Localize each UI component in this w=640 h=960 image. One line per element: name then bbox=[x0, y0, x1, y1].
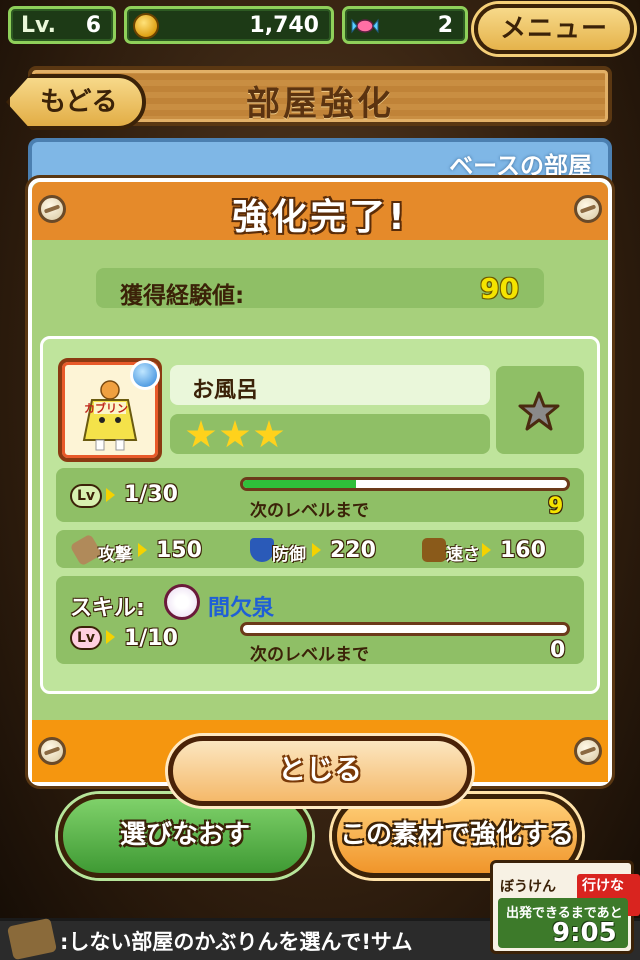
menu-button[interactable]: メニュー bbox=[474, 4, 634, 54]
rivet-icon bbox=[38, 195, 66, 223]
rivet-icon bbox=[574, 737, 602, 765]
speed-label: 速さ bbox=[446, 545, 480, 565]
coin-icon bbox=[133, 13, 159, 39]
timer-top-label: ぼうけん bbox=[500, 879, 556, 895]
back-button[interactable]: もどる bbox=[6, 74, 146, 130]
next-level-value: 9 bbox=[548, 494, 564, 519]
dialog-title: 強化完了! bbox=[232, 197, 408, 238]
level-value: 6 bbox=[85, 13, 101, 38]
rivet-icon bbox=[574, 195, 602, 223]
defense-label: 防御 bbox=[272, 545, 306, 565]
arrow-icon bbox=[106, 630, 115, 644]
stars-row bbox=[170, 414, 490, 454]
attack-value: 150 bbox=[156, 538, 202, 563]
arrow-icon bbox=[312, 543, 321, 557]
arrow-icon bbox=[138, 543, 147, 557]
skill-label: スキル: bbox=[70, 596, 145, 621]
candy-value: 2 bbox=[437, 13, 453, 38]
arrow-icon bbox=[106, 488, 115, 502]
skill-progress-bar bbox=[240, 622, 570, 636]
ticker-text: :しない部屋のかぶりんを選んで!サム bbox=[60, 930, 413, 954]
defense-value: 220 bbox=[330, 538, 376, 563]
skill-next-label: 次のレベルまで bbox=[250, 645, 369, 665]
level-progress-bar bbox=[240, 477, 570, 491]
skill-name[interactable]: 間欠泉 bbox=[208, 590, 274, 622]
boot-icon bbox=[422, 538, 446, 562]
card-label: カブリン bbox=[84, 402, 128, 415]
coin-display: 1,740 bbox=[124, 6, 334, 44]
speed-value: 160 bbox=[500, 538, 546, 563]
candy-display: 2 bbox=[342, 6, 468, 44]
skill-next-value: 0 bbox=[550, 638, 566, 663]
character-name: お風呂 bbox=[192, 378, 259, 403]
candy-icon bbox=[351, 18, 379, 34]
close-button[interactable]: とじる bbox=[168, 736, 472, 806]
reselect-button[interactable]: 選びなおす bbox=[58, 794, 312, 878]
timer-value: 9:05 bbox=[552, 918, 617, 948]
skill-level: 1/10 bbox=[124, 626, 178, 651]
arrow-icon bbox=[482, 543, 491, 557]
rivet-icon bbox=[38, 737, 66, 765]
skill-level-badge: Lv bbox=[70, 626, 102, 650]
shield-icon bbox=[250, 538, 274, 562]
next-level-label: 次のレベルまで bbox=[250, 501, 369, 521]
room-label: ベースの部屋 bbox=[449, 152, 592, 180]
level-label: Lv. bbox=[21, 13, 56, 38]
geyser-skill-icon bbox=[164, 584, 200, 620]
coin-value: 1,740 bbox=[249, 13, 319, 38]
character-level: 1/30 bbox=[124, 482, 178, 507]
level-progress-fill bbox=[243, 480, 357, 488]
exp-label: 獲得経験値: bbox=[120, 283, 245, 309]
level-display: Lv. 6 bbox=[8, 6, 116, 44]
exp-value: 90 bbox=[480, 272, 519, 305]
level-badge: Lv bbox=[70, 484, 102, 508]
water-drop-icon bbox=[130, 360, 160, 390]
attack-label: 攻撃 bbox=[98, 545, 132, 565]
favorite-star-icon[interactable] bbox=[518, 390, 560, 432]
